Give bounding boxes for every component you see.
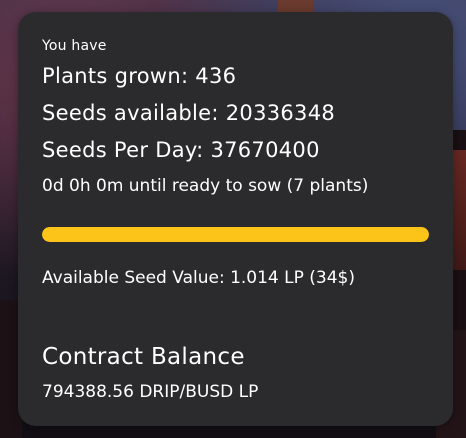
seeds-per-day: Seeds Per Day: 37670400 [42,138,320,162]
seeds-available: Seeds available: 20336348 [42,101,336,125]
plants-grown: Plants grown: 436 [42,64,237,88]
sow-status: 0d 0h 0m until ready to sow (7 plants) [42,176,369,196]
available-seed-value: Available Seed Value: 1.014 LP (34$) [42,268,355,288]
sow-progress-fill [42,227,429,242]
sow-progress-bar [42,227,429,242]
intro-label: You have [42,38,107,54]
background-light [452,150,466,270]
stats-card: You have Plants grown: 436 Seeds availab… [18,12,453,426]
contract-balance-value: 794388.56 DRIP/BUSD LP [42,382,259,402]
contract-balance-heading: Contract Balance [42,344,245,370]
